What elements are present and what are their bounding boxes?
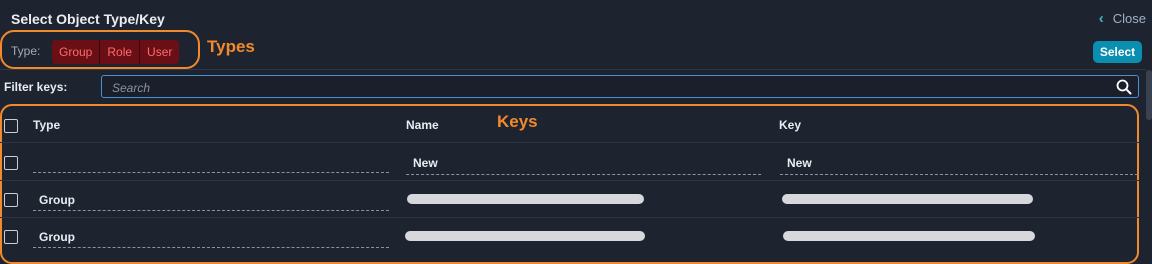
keys-annotation: Keys xyxy=(497,112,538,131)
row-type-field[interactable] xyxy=(33,210,389,211)
close-button[interactable]: ‹ Close xyxy=(1099,11,1146,26)
type-label: Type: xyxy=(11,44,41,58)
row-name-field[interactable] xyxy=(406,174,761,175)
redacted-key xyxy=(783,231,1035,241)
row-type-field[interactable] xyxy=(33,172,389,173)
row-checkbox[interactable] xyxy=(4,230,18,244)
row-checkbox[interactable] xyxy=(4,193,18,207)
row-type-cell: Group xyxy=(39,193,75,207)
redacted-name xyxy=(405,231,645,241)
row-divider xyxy=(0,180,1139,181)
select-all-checkbox[interactable] xyxy=(4,119,18,133)
type-option-role[interactable]: Role xyxy=(100,40,141,64)
types-annotation: Types xyxy=(207,37,255,56)
row-key-cell: New xyxy=(787,156,812,170)
redacted-name xyxy=(407,194,644,204)
row-name-cell: New xyxy=(413,156,438,170)
type-segmented-control: Group Role User xyxy=(52,40,180,64)
type-option-user[interactable]: User xyxy=(140,40,180,64)
type-option-group[interactable]: Group xyxy=(52,40,101,64)
row-divider xyxy=(0,142,1139,143)
row-key-field[interactable] xyxy=(780,174,1138,175)
redacted-key xyxy=(782,194,1033,204)
row-type-cell: Group xyxy=(39,230,75,244)
dialog-title: Select Object Type/Key xyxy=(11,11,165,27)
row-checkbox[interactable] xyxy=(4,156,18,170)
filter-keys-label: Filter keys: xyxy=(4,80,68,94)
column-header-type[interactable]: Type xyxy=(33,118,60,132)
row-divider xyxy=(0,217,1139,218)
search-input[interactable] xyxy=(110,79,1104,96)
row-type-field[interactable] xyxy=(33,247,389,248)
select-button[interactable]: Select xyxy=(1093,41,1142,63)
scrollbar[interactable] xyxy=(1146,70,1152,120)
column-header-key[interactable]: Key xyxy=(779,118,801,132)
search-icon[interactable] xyxy=(1116,79,1132,95)
column-header-name[interactable]: Name xyxy=(406,118,439,132)
close-label: Close xyxy=(1112,11,1146,26)
chevron-left-icon: ‹ xyxy=(1098,10,1104,27)
divider xyxy=(0,69,1146,70)
search-field xyxy=(101,75,1139,98)
